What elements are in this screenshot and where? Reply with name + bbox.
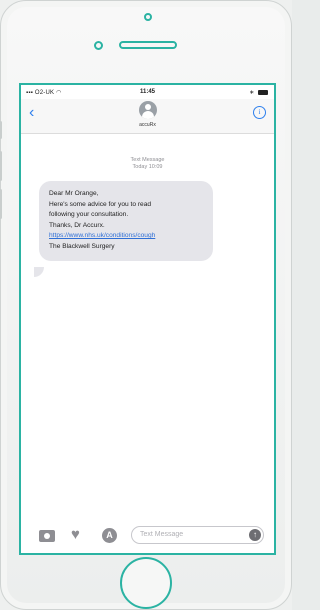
message-meta: Text Message Today 10:09: [21, 157, 274, 171]
battery-status: ∗: [249, 89, 268, 96]
mute-switch: [0, 121, 2, 139]
phone-mockup-stage: ▪▪▪ O2-UK ◠ 11:45 ∗ ‹ accuRx i Text Mess…: [0, 0, 292, 610]
info-icon[interactable]: i: [253, 106, 266, 119]
message-input-placeholder: Text Message: [140, 531, 184, 538]
chevron-left-icon[interactable]: ‹: [29, 105, 34, 121]
message-line: The Blackwell Surgery: [49, 242, 115, 250]
status-time: 11:45: [139, 89, 155, 95]
message-link[interactable]: https://www.nhs.uk/conditions/cough: [49, 231, 203, 242]
message-line: Dear Mr Orange,: [49, 190, 99, 197]
bluetooth-icon: ∗: [249, 90, 255, 96]
incoming-message-bubble: Dear Mr Orange, Here's some advice for y…: [39, 181, 213, 261]
earpiece-speaker-icon: [119, 41, 177, 49]
avatar-body: [142, 111, 154, 119]
volume-up-button: [0, 151, 2, 181]
camera-icon[interactable]: [39, 530, 55, 542]
front-camera-icon: [94, 41, 103, 50]
message-type-label: Text Message: [130, 157, 165, 163]
phone-frame: ▪▪▪ O2-UK ◠ 11:45 ∗ ‹ accuRx i Text Mess…: [0, 0, 292, 610]
phone-screen: ▪▪▪ O2-UK ◠ 11:45 ∗ ‹ accuRx i Text Mess…: [19, 83, 276, 555]
heart-icon[interactable]: ♥: [71, 527, 80, 543]
battery-icon: [258, 89, 268, 95]
message-line: Here's some advice for you to read: [49, 200, 152, 208]
volume-down-button: [0, 189, 2, 219]
contact-name[interactable]: accuRx: [21, 122, 274, 128]
avatar-head: [145, 104, 151, 110]
message-line: following your consultation.: [49, 211, 129, 218]
front-sensor-icon: [144, 13, 152, 21]
home-button[interactable]: [120, 557, 172, 609]
message-line: Thanks, Dr Accurx.: [49, 221, 105, 229]
app-store-icon[interactable]: A: [102, 528, 117, 543]
message-input[interactable]: Text Message ↑: [131, 526, 264, 544]
send-arrow-icon[interactable]: ↑: [249, 529, 261, 541]
message-timestamp: Today 10:09: [132, 164, 163, 170]
bubble-tail: [34, 267, 44, 277]
contact-avatar[interactable]: [139, 101, 157, 119]
compose-bar: ♥ A Text Message ↑: [21, 519, 274, 553]
conversation-header: ‹ accuRx i: [21, 99, 274, 134]
